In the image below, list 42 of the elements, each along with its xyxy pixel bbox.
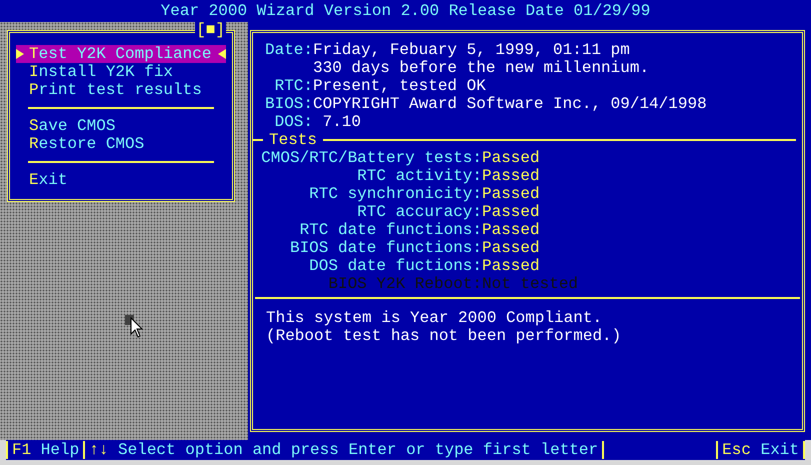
test-label: DOS date fuctions:	[309, 257, 482, 275]
test-result: Passed	[482, 257, 540, 275]
menu-item[interactable]: Test Y2K Compliance	[16, 45, 226, 63]
menu-item[interactable]: Restore CMOS	[16, 135, 226, 153]
test-result: Passed	[482, 167, 540, 185]
test-result: Passed	[482, 239, 540, 257]
status-hint: Esc Exit	[716, 441, 803, 459]
pointer-left-icon	[218, 49, 226, 59]
test-result: Passed	[482, 185, 540, 203]
status-hint: ↑↓ Select option and press Enter or type first letter	[83, 441, 602, 459]
mouse-cursor-icon	[125, 315, 144, 339]
test-label: RTC date functions:	[300, 221, 482, 239]
info-value: COPYRIGHT Award Software Inc., 09/14/1998	[313, 95, 707, 113]
test-label: CMOS/RTC/Battery tests:	[261, 149, 482, 167]
test-label: RTC synchronicity:	[309, 185, 482, 203]
test-result: Not tested	[482, 275, 578, 293]
info-value: 330 days before the new millennium.	[313, 59, 650, 77]
pointer-right-icon	[16, 49, 24, 59]
info-value: Present, tested OK	[313, 77, 486, 95]
info-value: 7.10	[322, 113, 362, 131]
summary-line: This system is Year 2000 Compliant.	[266, 309, 602, 327]
test-label: RTC activity:	[357, 167, 482, 185]
menu-item[interactable]: Print test results	[16, 81, 226, 99]
section-title: Tests	[268, 131, 318, 149]
status-hint: F1 Help	[6, 441, 84, 459]
test-label: BIOS Y2K Reboot:	[328, 275, 482, 293]
test-label: RTC accuracy:	[357, 203, 482, 221]
info-label: DOS:	[274, 113, 313, 131]
summary-line: (Reboot test has not been performed.)	[266, 327, 622, 345]
info-value: Friday, Febuary 5, 1999, 01:11 pm	[313, 41, 630, 59]
test-result: Passed	[482, 149, 540, 167]
menu-item[interactable]: Save CMOS	[16, 117, 226, 135]
menu-item[interactable]: Install Y2K fix	[16, 63, 226, 81]
test-result: Passed	[482, 221, 540, 239]
test-label: BIOS date functions:	[290, 239, 482, 257]
window-title: Year 2000 Wizard Version 2.00 Release Date 01/29/99	[160, 1, 650, 22]
close-box[interactable]: [■]	[195, 21, 226, 39]
info-label: BIOS:	[264, 95, 313, 113]
info-label: Date:	[264, 41, 313, 59]
test-result: Passed	[482, 203, 540, 221]
menu-item[interactable]: Exit	[16, 171, 226, 189]
info-label: RTC:	[274, 77, 313, 95]
